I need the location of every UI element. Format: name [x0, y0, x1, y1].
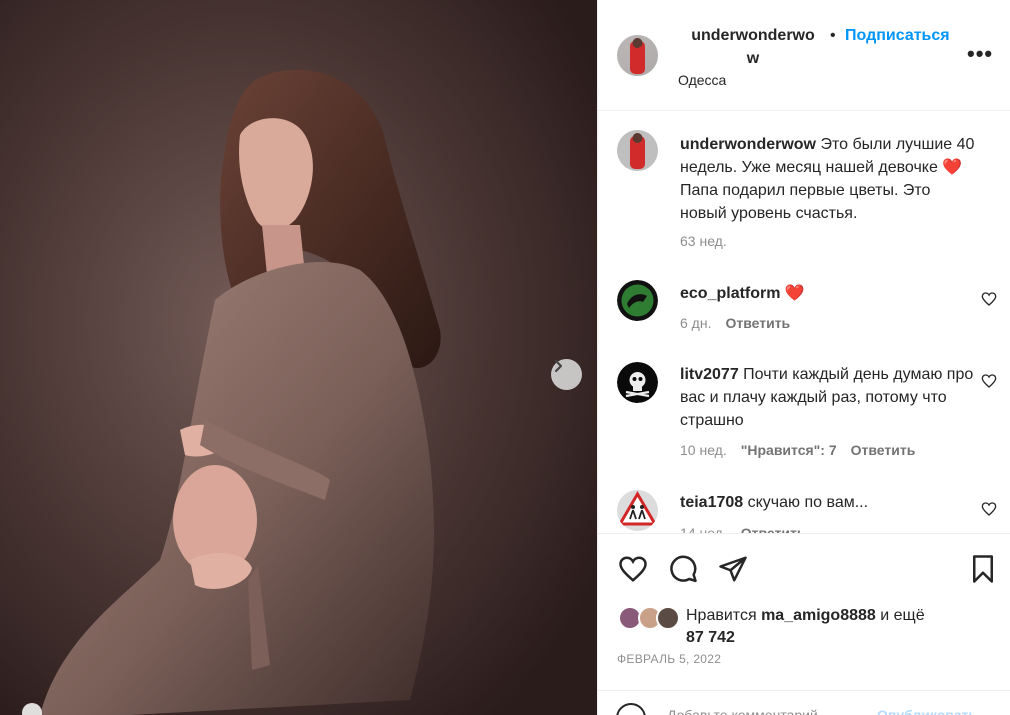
- likes-summary: Нравится ma_amigo8888 и ещё 87 742: [686, 605, 986, 649]
- author-username-line2[interactable]: w: [683, 47, 823, 70]
- comment-time[interactable]: 14 нед.: [680, 525, 727, 533]
- post-photo: [0, 0, 597, 715]
- post-location[interactable]: Одесса: [678, 72, 726, 88]
- comment-item: eco_platform ❤️ 6 дн. Ответить: [598, 280, 1010, 350]
- publish-button[interactable]: Опубликовать: [877, 707, 977, 715]
- more-icon[interactable]: •••: [967, 43, 993, 65]
- share-icon[interactable]: [718, 554, 748, 584]
- caption-text: underwonderwow Это были лучшие 40 недель…: [680, 133, 980, 225]
- like-comment-heart-icon[interactable]: [981, 373, 997, 389]
- comment-meta: 14 нед. Ответить: [680, 525, 805, 533]
- emoji-icon[interactable]: [616, 703, 646, 715]
- comment-time[interactable]: 6 дн.: [680, 315, 711, 331]
- author-username-line1[interactable]: underwonderwo: [683, 24, 823, 47]
- comment-body-continued: Папа подарил первые цветы. Это новый уро…: [680, 182, 931, 222]
- comment-text: teia1708 скучаю по вам...: [680, 491, 980, 514]
- post-header: underwonderwo w • Подписаться Одесса •••: [598, 0, 1010, 111]
- commenter-avatar[interactable]: [617, 490, 658, 531]
- liker-username[interactable]: ma_amigo8888: [761, 607, 876, 624]
- likes-middle: и ещё: [880, 607, 925, 624]
- author-avatar[interactable]: [617, 130, 658, 171]
- like-comment-heart-icon[interactable]: [981, 291, 997, 307]
- photo-illustration: [0, 0, 597, 715]
- comment-text: eco_platform ❤️: [680, 282, 980, 305]
- comment-item: teia1708 скучаю по вам... 14 нед. Ответи…: [598, 490, 1010, 533]
- avatar-image: [617, 490, 658, 531]
- avatar-image: [617, 280, 658, 321]
- heart-emoji: ❤️: [784, 285, 805, 302]
- liker-avatar[interactable]: [656, 606, 680, 630]
- avatar-image: [617, 130, 658, 171]
- comments-list[interactable]: underwonderwow Это были лучшие 40 недель…: [598, 111, 1010, 533]
- comment-text: litv2077 Почти каждый день думаю про вас…: [680, 363, 980, 432]
- comment-username[interactable]: litv2077: [680, 366, 739, 383]
- heart-icon[interactable]: [618, 554, 648, 584]
- comment-icon[interactable]: [668, 554, 698, 584]
- commenter-avatar[interactable]: [617, 362, 658, 403]
- add-comment-bar: Добавьте комментарий... Опубликовать: [597, 690, 1010, 715]
- commenter-avatar[interactable]: [617, 280, 658, 321]
- likes-count[interactable]: 87 742: [686, 629, 735, 646]
- reply-button[interactable]: Ответить: [725, 315, 790, 331]
- author-avatar[interactable]: [617, 35, 658, 76]
- chevron-right-icon: [554, 359, 563, 373]
- comment-likes[interactable]: "Нравится": 7: [741, 442, 837, 458]
- comment-time[interactable]: 10 нед.: [680, 442, 727, 458]
- likes-prefix: Нравится: [686, 607, 757, 624]
- reply-button[interactable]: Ответить: [851, 442, 916, 458]
- bookmark-icon[interactable]: [968, 554, 998, 584]
- comment-meta: 63 нед.: [680, 233, 727, 249]
- reply-button[interactable]: Ответить: [741, 525, 806, 533]
- author-username[interactable]: underwonderwo w: [683, 24, 823, 70]
- caption-comment: underwonderwow Это были лучшие 40 недель…: [598, 130, 1010, 260]
- follow-button[interactable]: Подписаться: [845, 24, 950, 47]
- comment-body: скучаю по вам...: [747, 494, 869, 511]
- comment-meta: 10 нед. "Нравится": 7 Ответить: [680, 442, 915, 458]
- comment-item: litv2077 Почти каждый день думаю про вас…: [598, 362, 1010, 467]
- next-photo-button[interactable]: [551, 359, 582, 390]
- heart-emoji: ❤️: [942, 159, 963, 176]
- comment-username[interactable]: eco_platform: [680, 285, 780, 302]
- comment-username[interactable]: underwonderwow: [680, 136, 816, 153]
- comment-username[interactable]: teia1708: [680, 494, 743, 511]
- comment-meta: 6 дн. Ответить: [680, 315, 790, 331]
- comment-input[interactable]: Добавьте комментарий...: [667, 707, 829, 715]
- avatar-image: [617, 35, 658, 76]
- post-date[interactable]: ФЕВРАЛЬ 5, 2022: [617, 652, 721, 666]
- separator-dot: •: [830, 27, 836, 44]
- like-comment-heart-icon[interactable]: [981, 501, 997, 517]
- avatar-image: [617, 362, 658, 403]
- comment-time[interactable]: 63 нед.: [680, 233, 727, 249]
